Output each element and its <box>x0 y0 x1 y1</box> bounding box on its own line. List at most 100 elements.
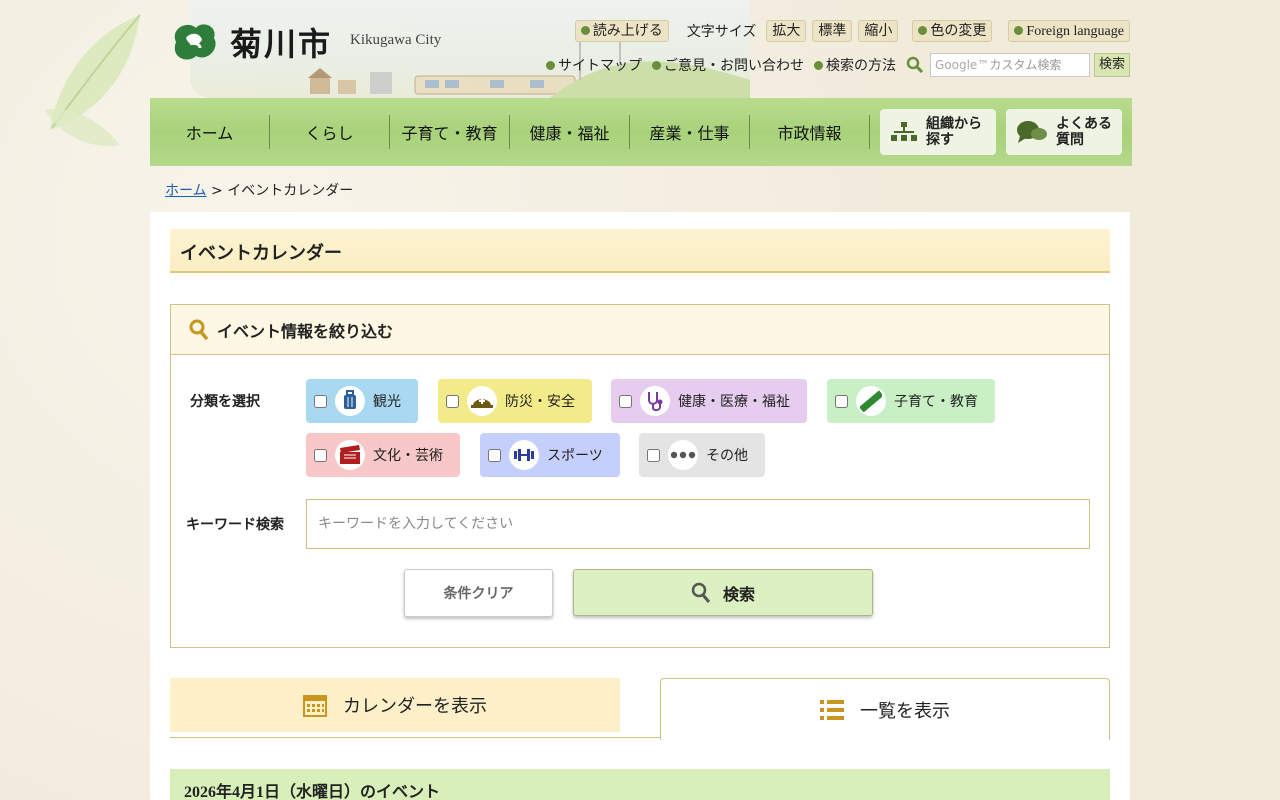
tab-divider <box>170 737 660 738</box>
tea-leaf-decoration <box>45 14 141 146</box>
category-health-medical-label: 健康・医療・福祉 <box>678 394 790 410</box>
utility-bar: 読み上げる 文字サイズ 拡大 標準 縮小 色の変更 Foreign langua… <box>574 20 1130 42</box>
event-search-button[interactable]: 検索 <box>573 569 873 616</box>
faq-label-line1: よくある <box>1056 116 1112 132</box>
color-change-button[interactable]: 色の変更 <box>912 20 993 42</box>
site-search-button[interactable]: 検索 <box>1093 53 1130 77</box>
category-childcare-education[interactable]: 子育て・教育 <box>827 379 995 423</box>
arrow-bullet-icon <box>580 26 590 35</box>
arrow-bullet-icon <box>1014 26 1024 35</box>
helmet-icon <box>467 386 497 416</box>
sitemap-link[interactable]: サイトマップ <box>545 55 642 75</box>
nav-home[interactable]: ホーム <box>150 115 270 149</box>
org-label-line2: 探す <box>926 132 954 148</box>
text-size-small-button[interactable]: 縮小 <box>858 20 899 42</box>
clear-conditions-button[interactable]: 条件クリア <box>404 569 553 617</box>
site-header: 菊川市 Kikugawa City 読み上げる 文字サイズ 拡大 標準 縮小 色… <box>150 0 1132 98</box>
search-method-link[interactable]: 検索の方法 <box>813 55 896 75</box>
nav-city-admin[interactable]: 市政情報 <box>750 115 870 149</box>
google-brand: Google™ <box>934 58 990 72</box>
tab-list-label: 一覧を表示 <box>860 700 950 722</box>
utility-links: サイトマップ ご意見・お問い合わせ 検索の方法 Google™カスタム検索 検索 <box>545 53 1130 77</box>
category-disaster-safety-checkbox[interactable] <box>446 394 459 408</box>
site-logo[interactable]: 菊川市 <box>168 18 332 66</box>
nav-childcare-education[interactable]: 子育て・教育 <box>390 115 510 149</box>
site-search-input[interactable]: Google™カスタム検索 <box>929 53 1090 77</box>
clapperboard-icon <box>335 440 365 470</box>
category-tourism-checkbox[interactable] <box>314 394 327 408</box>
category-culture-arts-checkbox[interactable] <box>314 448 327 462</box>
category-tourism[interactable]: 観光 <box>306 379 418 423</box>
text-size-standard-button[interactable]: 標準 <box>812 20 853 42</box>
category-childcare-education-label: 子育て・教育 <box>894 394 978 410</box>
more-icon <box>668 440 698 470</box>
breadcrumb-separator: > <box>211 183 223 199</box>
org-label-line1: 組織から <box>926 116 982 132</box>
feedback-link[interactable]: ご意見・お問い合わせ <box>651 55 804 75</box>
category-health-medical-checkbox[interactable] <box>619 394 632 408</box>
text-size-large-button[interactable]: 拡大 <box>766 20 807 42</box>
nav-living[interactable]: くらし <box>270 115 390 149</box>
main-content: イベントカレンダー イベント情報を絞り込む 分類を選択 観光 防災・安全 健康・… <box>150 212 1130 800</box>
ruler-icon <box>856 386 886 416</box>
global-nav: ホーム くらし 子育て・教育 健康・福祉 産業・仕事 市政情報 組織から 探す よ… <box>150 98 1132 166</box>
category-sports-checkbox[interactable] <box>488 448 501 462</box>
read-aloud-button[interactable]: 読み上げる <box>574 20 669 42</box>
category-disaster-safety[interactable]: 防災・安全 <box>438 379 592 423</box>
search-method-label: 検索の方法 <box>825 58 896 74</box>
feedback-label: ご意見・お問い合わせ <box>663 58 804 74</box>
category-childcare-education-checkbox[interactable] <box>835 394 848 408</box>
category-other-label: その他 <box>706 448 748 464</box>
foreign-language-button[interactable]: Foreign language <box>1008 20 1130 42</box>
event-filter-panel: イベント情報を絞り込む 分類を選択 観光 防災・安全 健康・医療・福祉 子育て・… <box>170 304 1110 648</box>
city-name: 菊川市 <box>230 25 333 63</box>
faq-label-line2: 質問 <box>1056 132 1084 148</box>
breadcrumb-home-link[interactable]: ホーム <box>165 183 207 199</box>
arrow-bullet-icon <box>813 61 823 70</box>
kikugawa-emblem-icon <box>174 24 216 60</box>
faq-button[interactable]: よくある 質問 <box>1006 109 1122 155</box>
category-culture-arts[interactable]: 文化・芸術 <box>306 433 460 477</box>
category-sports-label: スポーツ <box>547 448 603 464</box>
magnifier-icon <box>189 319 209 340</box>
city-name-en: Kikugawa City <box>350 32 442 48</box>
category-disaster-safety-label: 防災・安全 <box>505 394 575 410</box>
arrow-bullet-icon <box>545 61 555 70</box>
page-title: イベントカレンダー <box>170 229 1110 273</box>
category-other-checkbox[interactable] <box>647 448 660 462</box>
org-search-button[interactable]: 組織から 探す <box>880 109 996 155</box>
sitemap-label: サイトマップ <box>557 58 642 74</box>
color-change-label: 色の変更 <box>930 23 987 39</box>
event-date-heading: 2026年4月1日（水曜日）のイベント <box>170 769 1110 800</box>
nav-health-welfare[interactable]: 健康・福祉 <box>510 115 630 149</box>
event-search-label: 検索 <box>722 584 755 604</box>
luggage-icon <box>335 386 365 416</box>
list-icon <box>820 699 844 720</box>
breadcrumb-current: イベントカレンダー <box>227 183 354 199</box>
stethoscope-icon <box>640 386 670 416</box>
filter-header: イベント情報を絞り込む <box>171 305 1109 355</box>
category-sports[interactable]: スポーツ <box>480 433 620 477</box>
foreign-language-label: Foreign language <box>1026 24 1124 39</box>
category-other[interactable]: その他 <box>639 433 765 477</box>
nav-industry-work[interactable]: 産業・仕事 <box>630 115 750 149</box>
category-label: 分類を選択 <box>190 394 260 410</box>
category-culture-arts-label: 文化・芸術 <box>373 448 443 464</box>
arrow-bullet-icon <box>918 26 928 35</box>
org-chart-icon <box>891 122 917 141</box>
search-icon <box>691 582 711 603</box>
org-search-label: 組織から 探す <box>926 116 982 148</box>
speech-bubbles-icon <box>1017 121 1047 143</box>
text-size-label: 文字サイズ <box>686 24 757 40</box>
tab-list-view[interactable]: 一覧を表示 <box>660 678 1110 740</box>
filter-title: イベント情報を絞り込む <box>217 321 394 341</box>
tab-calendar-view[interactable]: カレンダーを表示 <box>170 678 620 732</box>
category-health-medical[interactable]: 健康・医療・福祉 <box>611 379 807 423</box>
search-icon <box>906 56 924 74</box>
calendar-icon <box>303 695 327 717</box>
breadcrumb: ホーム > イベントカレンダー <box>165 180 353 200</box>
tab-calendar-label: カレンダーを表示 <box>343 696 487 717</box>
faq-label: よくある 質問 <box>1056 116 1112 148</box>
keyword-search-input[interactable] <box>306 499 1090 549</box>
dumbbell-icon <box>509 440 539 470</box>
